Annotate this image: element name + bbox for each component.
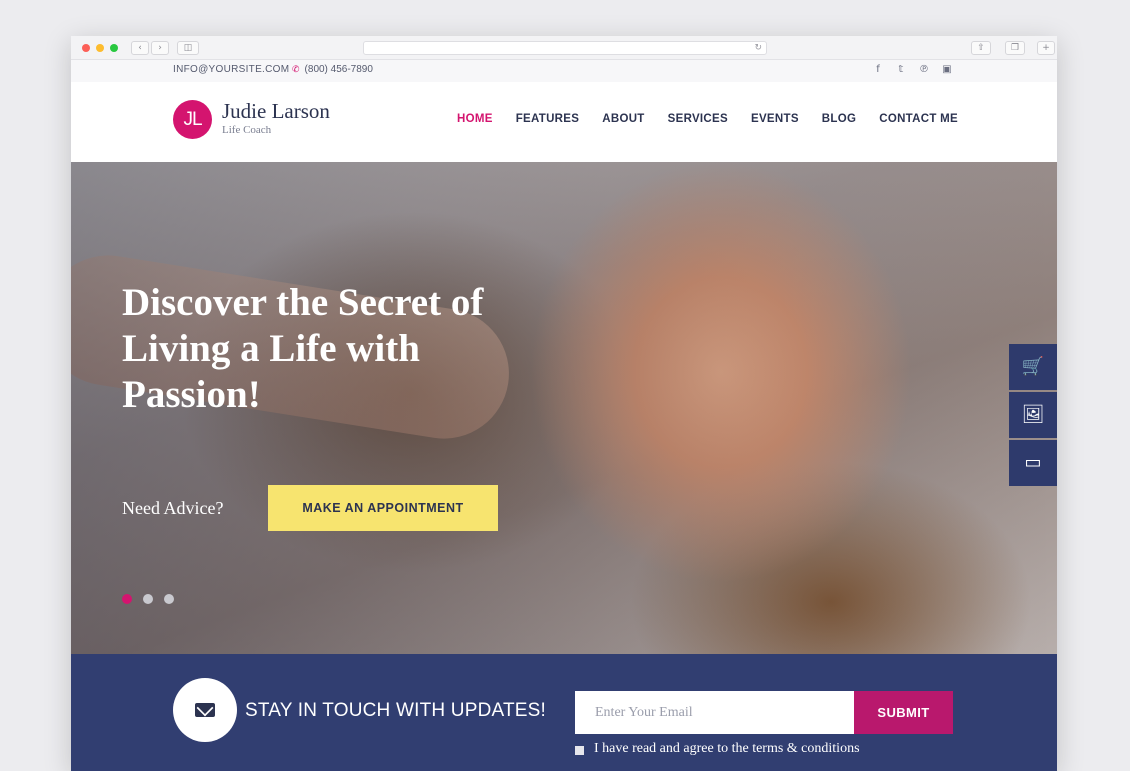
back-icon[interactable]: ‹ [131,41,149,55]
browser-window-icon[interactable]: ▭ [1009,440,1057,486]
nav-item-contact[interactable]: CONTACT ME [879,113,958,125]
terms-checkbox[interactable] [575,746,584,755]
mail-badge [173,678,237,742]
slide-dot-3[interactable] [164,594,174,604]
logo-icon[interactable]: JL [173,100,212,139]
make-appointment-button[interactable]: MAKE AN APPOINTMENT [268,485,498,531]
browser-toolbar: ‹ › ◫ ↻ ⇧ ❐ + [71,36,1057,60]
newsletter-band: STAY IN TOUCH WITH UPDATES! SUBMIT I hav… [71,654,1057,771]
nav-item-home[interactable]: HOME [457,113,493,125]
newsletter-heading: STAY IN TOUCH WITH UPDATES! [245,700,546,721]
main-nav: HOME FEATURES ABOUT SERVICES EVENTS BLOG… [457,113,981,125]
facebook-icon[interactable]: f [873,64,883,75]
contact-phone[interactable]: ✆ (800) 456-7890 [292,64,373,75]
phone-icon: ✆ [292,65,300,75]
cart-icon[interactable]: 🛒 [1009,344,1057,390]
address-bar[interactable]: ↻ [363,41,767,55]
slide-dot-1[interactable] [122,594,132,604]
sidebar-icon[interactable]: ◫ [177,41,199,55]
tabs-icon[interactable]: ❐ [1005,41,1025,55]
contact-email[interactable]: INFO@YOURSITE.COM [173,64,289,75]
new-tab-icon[interactable]: + [1037,41,1055,55]
reload-icon[interactable]: ↻ [754,42,762,55]
hero-slider: Discover the Secret of Living a Life wit… [71,162,1057,654]
submit-button[interactable]: SUBMIT [854,691,953,734]
terms-label[interactable]: I have read and agree to the terms & con… [594,741,860,757]
nav-item-features[interactable]: FEATURES [516,113,580,125]
slide-dot-2[interactable] [143,594,153,604]
side-toolbar: 🛒 🖼 ▭ [1009,344,1057,488]
brand-subtitle: Life Coach [222,124,272,136]
browser-window: ‹ › ◫ ↻ ⇧ ❐ + INFO@YOURSITE.COM ✆ (800) 4… [71,36,1057,771]
nav-item-events[interactable]: EVENTS [751,113,799,125]
minimize-window-icon[interactable] [96,44,104,52]
share-icon[interactable]: ⇧ [971,41,991,55]
close-window-icon[interactable] [82,44,90,52]
advice-label: Need Advice? [122,498,224,518]
slider-pagination [122,594,174,604]
nav-item-about[interactable]: ABOUT [602,113,644,125]
twitter-icon[interactable]: 𝕥 [896,64,906,75]
nav-item-services[interactable]: SERVICES [668,113,728,125]
gallery-icon[interactable]: 🖼 [1009,392,1057,438]
nav-item-blog[interactable]: BLOG [822,113,856,125]
maximize-window-icon[interactable] [110,44,118,52]
email-field[interactable] [575,691,854,734]
contact-topbar: INFO@YOURSITE.COM ✆ (800) 456-7890 f 𝕥 ℗ … [71,60,1057,82]
site-header: JL Judie Larson Life Coach HOME FEATURES… [71,82,1057,162]
forward-icon[interactable]: › [151,41,169,55]
pinterest-icon[interactable]: ℗ [919,64,929,75]
brand-name[interactable]: Judie Larson [222,99,330,124]
hero-title: Discover the Secret of Living a Life wit… [122,281,484,416]
instagram-icon[interactable]: ▣ [942,64,952,75]
phone-number: (800) 456-7890 [304,64,373,75]
envelope-icon [195,703,215,717]
social-links: f 𝕥 ℗ ▣ [873,64,952,75]
